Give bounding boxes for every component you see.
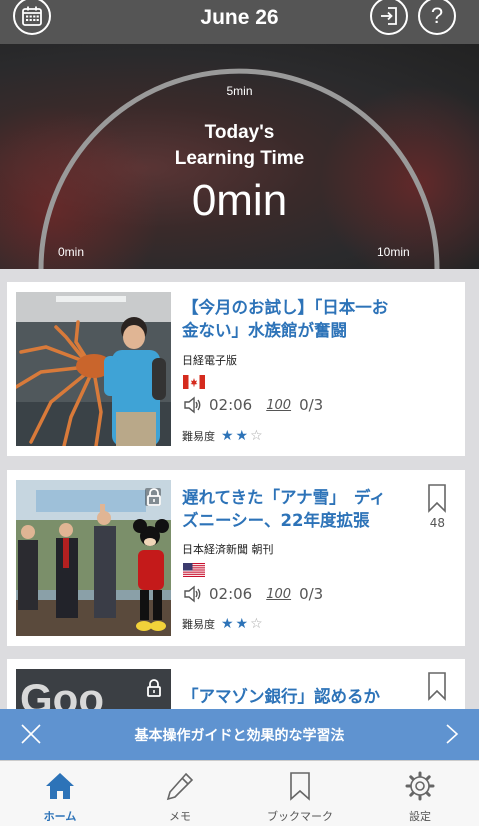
top-bar: June 26 ? — [0, 0, 479, 44]
svg-text:Goo: Goo — [20, 675, 104, 709]
bookmark-icon[interactable] — [427, 671, 447, 701]
chevron-right-icon[interactable] — [445, 723, 459, 745]
quiz-score: 0/3 — [299, 585, 324, 603]
article-headline-line1: 【今月のお試し】「日本一お — [182, 298, 389, 317]
hundred-points-icon: 100 — [266, 586, 292, 602]
lock-icon — [147, 679, 161, 697]
article-headline-line1: 遅れてきた「アナ雪」 ディ — [182, 488, 386, 507]
login-icon — [381, 7, 397, 25]
gauge-max-label: 10min — [377, 245, 410, 259]
speaker-icon — [184, 585, 201, 603]
learning-time-panel: 5min Today's Learning Time 0min 0min 10m… — [0, 44, 479, 269]
aquarium-photo — [16, 292, 171, 446]
audio-duration: 02:06 — [209, 585, 253, 603]
article-card[interactable]: Goo 「アマゾン銀行」認めるか — [7, 659, 465, 709]
learning-time-value: 0min — [191, 176, 288, 225]
pencil-icon — [166, 772, 194, 801]
hundred-points-icon: 100 — [266, 397, 292, 413]
difficulty-rating: 難易度 ★★☆ — [182, 616, 265, 632]
gear-icon — [405, 771, 435, 801]
tab-memo[interactable]: メモ — [120, 761, 240, 826]
tab-home[interactable]: ホーム — [0, 761, 120, 826]
article-source: 日経電子版 — [182, 354, 237, 367]
difficulty-label: 難易度 — [182, 618, 215, 631]
bookmark-icon[interactable] — [427, 483, 447, 513]
home-icon — [46, 773, 74, 799]
difficulty-stars: ★★☆ — [221, 428, 265, 444]
article-headline[interactable]: 「アマゾン銀行」認めるか — [182, 685, 380, 708]
audio-duration: 02:06 — [209, 396, 253, 414]
article-headline-line2: ズニーシー、22年度拡張 — [182, 511, 370, 530]
article-meta: 02:06 100 0/3 — [183, 396, 323, 414]
tab-bar: ホーム メモ ブックマーク 設定 — [0, 760, 479, 826]
learning-time-title: Today's Learning Time — [0, 120, 479, 172]
article-thumbnail — [16, 292, 171, 446]
difficulty-stars: ★★☆ — [221, 616, 265, 632]
article-headline[interactable]: 遅れてきた「アナ雪」 ディ ズニーシー、22年度拡張 — [182, 486, 386, 532]
speaker-icon — [184, 396, 201, 414]
tab-label: ホーム — [43, 810, 77, 823]
article-headline[interactable]: 【今月のお試し】「日本一お 金ない」水族館が奮闘 — [182, 296, 388, 342]
tab-label: ブックマーク — [267, 810, 333, 823]
bookmark-count: 48 — [429, 516, 445, 530]
tab-settings[interactable]: 設定 — [360, 761, 479, 826]
canada-flag-icon — [183, 375, 205, 389]
bookmark-icon — [290, 772, 310, 801]
article-source: 日本経済新聞 朝刊 — [182, 543, 274, 556]
article-headline-line1: 「アマゾン銀行」認めるか — [182, 687, 380, 706]
difficulty-label: 難易度 — [182, 430, 215, 443]
article-card[interactable]: 【今月のお試し】「日本一お 金ない」水族館が奮闘 日経電子版 02:06 100… — [7, 282, 465, 456]
article-card[interactable]: 遅れてきた「アナ雪」 ディ ズニーシー、22年度拡張 48 日本経済新聞 朝刊 … — [7, 470, 465, 646]
gauge-midpoint-label: 5min — [226, 84, 253, 98]
guide-banner[interactable]: 基本操作ガイドと効果的な学習法 — [0, 709, 479, 760]
learning-time-title-line1: Today's — [204, 122, 275, 143]
guide-banner-text: 基本操作ガイドと効果的な学習法 — [134, 728, 345, 744]
tab-label: メモ — [169, 810, 191, 823]
learning-time-title-line2: Learning Time — [174, 148, 305, 169]
usa-flag-icon — [183, 563, 205, 577]
difficulty-rating: 難易度 ★★☆ — [182, 428, 265, 444]
article-meta: 02:06 100 0/3 — [183, 585, 323, 603]
lock-icon — [147, 488, 161, 506]
gauge-min-label: 0min — [58, 245, 85, 259]
article-headline-line2: 金ない」水族館が奮闘 — [182, 321, 347, 340]
quiz-score: 0/3 — [299, 396, 324, 414]
tab-label: 設定 — [409, 810, 431, 823]
tab-bookmarks[interactable]: ブックマーク — [240, 761, 360, 826]
help-icon: ? — [430, 3, 444, 28]
